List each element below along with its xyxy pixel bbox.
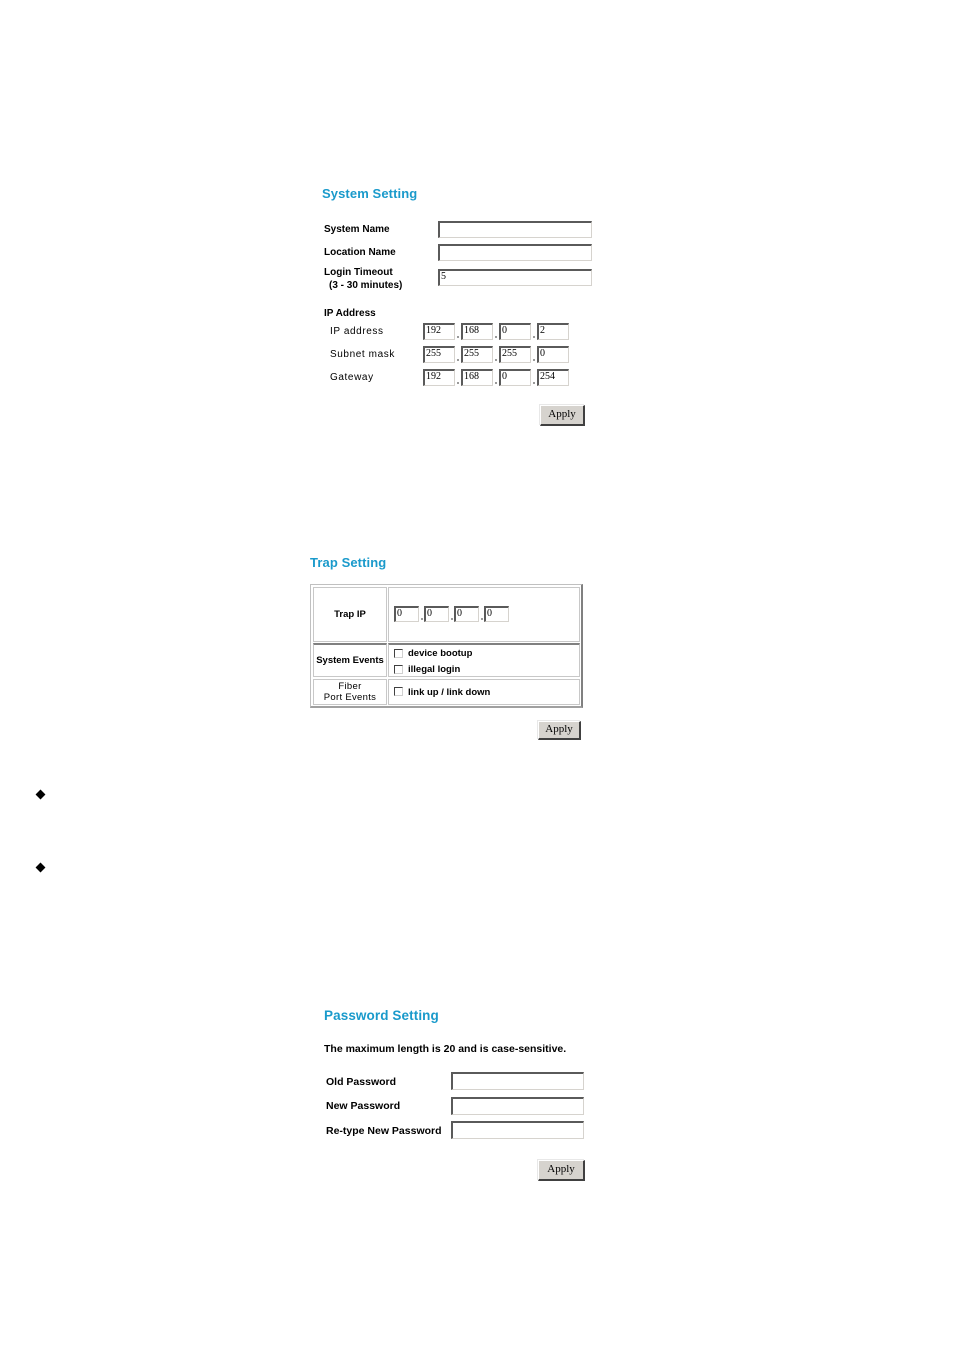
ip-address-label: IP address (330, 326, 384, 337)
ip-address-heading: IP Address (324, 308, 376, 319)
dot-separator (495, 382, 497, 384)
diamond-bullet-icon (35, 789, 46, 800)
subnet-octet-3-input[interactable]: 255 (499, 346, 531, 363)
trap-ip-octet-4-input[interactable]: 0 (484, 606, 509, 622)
ip-octet-2-input[interactable]: 168 (461, 323, 493, 340)
system-events-label-cell: System Events (313, 643, 387, 677)
old-password-input[interactable] (451, 1072, 584, 1090)
subnet-octet-2-input[interactable]: 255 (461, 346, 493, 363)
dot-separator (495, 359, 497, 361)
dot-separator (451, 618, 453, 620)
location-name-input[interactable] (438, 244, 592, 261)
device-bootup-checkbox[interactable] (394, 649, 403, 658)
gateway-octet-4-input[interactable]: 254 (537, 369, 569, 386)
subnet-octet-4-input[interactable]: 0 (537, 346, 569, 363)
password-setting-title: Password Setting (324, 1008, 439, 1023)
retype-password-input[interactable] (451, 1121, 584, 1139)
dot-separator (457, 382, 459, 384)
subnet-octet-1-input[interactable]: 255 (423, 346, 455, 363)
system-events-options-cell: device bootup illegal login (388, 643, 580, 677)
diamond-bullet-icon (35, 862, 46, 873)
gateway-octet-1-input[interactable]: 192 (423, 369, 455, 386)
gateway-octet-3-input[interactable]: 0 (499, 369, 531, 386)
fiber-port-events-options-cell: link up / link down (388, 679, 580, 705)
trap-ip-octet-3-input[interactable]: 0 (454, 606, 479, 622)
trap-ip-input-cell: 0 0 0 0 (388, 587, 580, 642)
trap-apply-button[interactable]: Apply (538, 721, 581, 740)
device-bootup-label: device bootup (408, 648, 473, 659)
illegal-login-label: illegal login (408, 664, 461, 675)
fiber-port-events-label-line1: Fiber (338, 681, 362, 692)
dot-separator (533, 359, 535, 361)
location-name-label: Location Name (324, 247, 396, 258)
system-setting-title: System Setting (322, 186, 418, 201)
trap-setting-table: Trap IP 0 0 0 0 System Events device boo… (310, 584, 583, 708)
trap-ip-octet-2-input[interactable]: 0 (424, 606, 449, 622)
illegal-login-checkbox[interactable] (394, 665, 403, 674)
retype-password-label: Re-type New Password (326, 1125, 442, 1137)
gateway-octet-2-input[interactable]: 168 (461, 369, 493, 386)
dot-separator (495, 336, 497, 338)
new-password-input[interactable] (451, 1097, 584, 1115)
trap-ip-octet-1-input[interactable]: 0 (394, 606, 419, 622)
system-events-label: System Events (316, 655, 384, 666)
login-timeout-range-label: (3 - 30 minutes) (329, 280, 403, 291)
dot-separator (533, 336, 535, 338)
password-note: The maximum length is 20 and is case-sen… (324, 1043, 567, 1055)
ip-octet-1-input[interactable]: 192 (423, 323, 455, 340)
ip-octet-3-input[interactable]: 0 (499, 323, 531, 340)
trap-ip-label-cell: Trap IP (313, 587, 387, 642)
ip-octet-4-input[interactable]: 2 (537, 323, 569, 340)
dot-separator (533, 382, 535, 384)
fiber-port-events-label-cell: Fiber Port Events (313, 679, 387, 705)
trap-ip-label: Trap IP (334, 609, 366, 620)
system-name-label: System Name (324, 224, 390, 235)
dot-separator (481, 618, 483, 620)
trap-setting-title: Trap Setting (310, 555, 387, 570)
dot-separator (457, 359, 459, 361)
link-up-down-checkbox[interactable] (394, 687, 403, 696)
dot-separator (457, 336, 459, 338)
subnet-mask-label: Subnet mask (330, 349, 395, 360)
link-up-down-label: link up / link down (408, 687, 491, 698)
old-password-label: Old Password (326, 1076, 397, 1088)
system-apply-button[interactable]: Apply (540, 405, 585, 426)
gateway-label: Gateway (330, 372, 374, 383)
system-name-input[interactable] (438, 221, 592, 238)
new-password-label: New Password (326, 1100, 401, 1112)
dot-separator (421, 618, 423, 620)
login-timeout-input[interactable]: 5 (438, 269, 592, 286)
fiber-port-events-label-line2: Port Events (323, 692, 377, 703)
password-apply-button[interactable]: Apply (538, 1160, 585, 1181)
login-timeout-label: Login Timeout (324, 267, 393, 278)
